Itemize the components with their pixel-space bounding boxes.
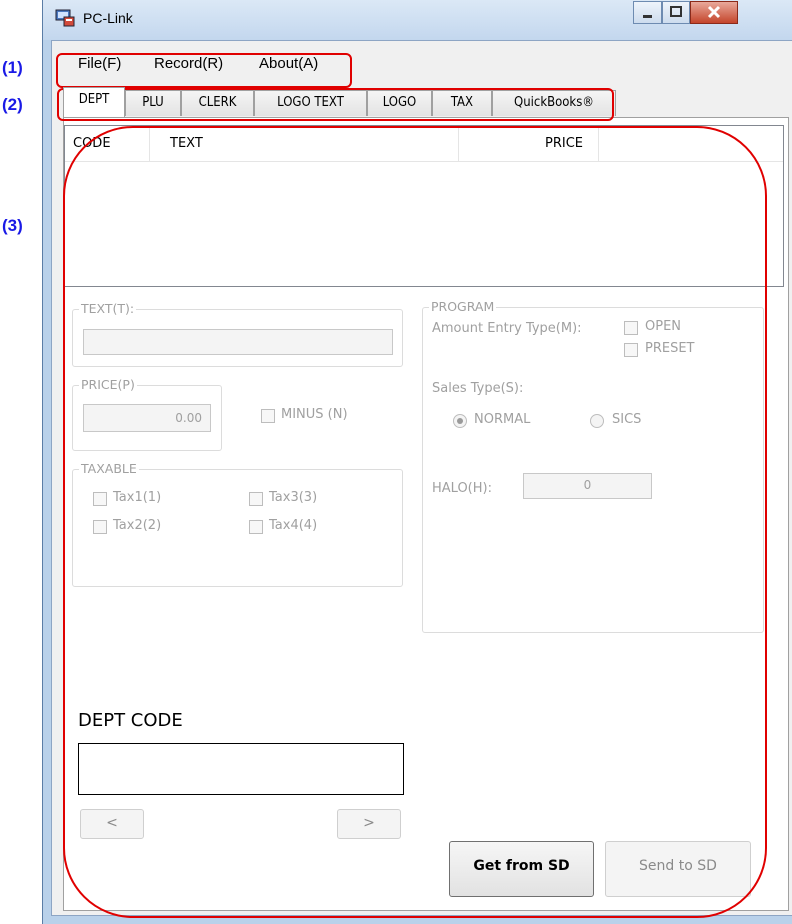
column-code[interactable]: CODE — [73, 136, 111, 151]
get-from-sd-button[interactable]: Get from SD — [449, 841, 594, 897]
app-window: PC-Link File(F) Record(R) About(A) DEPT … — [42, 0, 792, 924]
sics-radio[interactable] — [590, 414, 604, 428]
text-group: TEXT(T): — [72, 301, 403, 367]
sales-type-label: Sales Type(S): — [432, 381, 524, 396]
menu-file[interactable]: File(F) — [78, 55, 121, 72]
normal-label: NORMAL — [474, 412, 531, 427]
text-group-label: TEXT(T): — [79, 301, 137, 316]
title-bar: PC-Link — [43, 0, 792, 40]
dept-list[interactable]: CODE TEXT PRICE — [64, 125, 784, 287]
column-text[interactable]: TEXT — [170, 136, 203, 151]
column-separator — [598, 126, 599, 162]
maximize-button[interactable] — [662, 1, 690, 24]
column-separator — [149, 126, 150, 162]
dept-code-label: DEPT CODE — [78, 710, 183, 731]
minimize-icon — [643, 15, 652, 18]
callout-tabs: (2) — [2, 95, 23, 114]
open-checkbox[interactable] — [624, 321, 638, 335]
callout-menu: (1) — [2, 58, 23, 77]
dept-code-input[interactable] — [78, 743, 404, 795]
callout-content: (3) — [2, 216, 23, 235]
app-icon — [55, 9, 75, 27]
tab-quickbooks[interactable]: QuickBooks® — [492, 90, 616, 116]
close-button[interactable] — [690, 1, 738, 24]
tax2-label: Tax2(2) — [113, 518, 162, 533]
halo-field[interactable]: 0 — [523, 473, 652, 499]
client-area: File(F) Record(R) About(A) DEPT PLU CLER… — [51, 40, 792, 916]
program-group: PROGRAM — [422, 299, 764, 633]
tab-plu[interactable]: PLU — [125, 90, 181, 116]
list-header: CODE TEXT PRICE — [65, 126, 783, 162]
tab-logo[interactable]: LOGO — [367, 90, 432, 116]
sics-label: SICS — [612, 412, 642, 427]
tax1-checkbox[interactable] — [93, 492, 107, 506]
tax2-checkbox[interactable] — [93, 520, 107, 534]
text-field[interactable] — [83, 329, 393, 355]
close-icon — [707, 5, 721, 19]
menu-about[interactable]: About(A) — [259, 55, 318, 72]
minimize-button[interactable] — [633, 1, 662, 24]
window-title: PC-Link — [83, 10, 133, 26]
tax4-label: Tax4(4) — [269, 518, 318, 533]
menu-record[interactable]: Record(R) — [154, 55, 223, 72]
tab-logo-text[interactable]: LOGO TEXT — [254, 90, 367, 116]
price-group: PRICE(P) 0.00 — [72, 377, 222, 451]
tab-tax[interactable]: TAX — [432, 90, 492, 116]
tax1-label: Tax1(1) — [113, 490, 162, 505]
prev-button[interactable]: < — [80, 809, 144, 839]
price-field[interactable]: 0.00 — [83, 404, 211, 432]
minus-checkbox[interactable] — [261, 409, 275, 423]
maximize-icon — [670, 6, 682, 17]
normal-radio[interactable] — [453, 414, 467, 428]
preset-checkbox[interactable] — [624, 343, 638, 357]
next-button[interactable]: > — [337, 809, 401, 839]
tab-dept[interactable]: DEPT — [63, 87, 125, 117]
program-group-label: PROGRAM — [429, 299, 497, 314]
send-to-sd-button[interactable]: Send to SD — [605, 841, 751, 897]
column-separator — [458, 126, 459, 162]
tax3-checkbox[interactable] — [249, 492, 263, 506]
column-price[interactable]: PRICE — [545, 136, 583, 151]
amount-entry-label: Amount Entry Type(M): — [432, 321, 582, 336]
tax4-checkbox[interactable] — [249, 520, 263, 534]
preset-label: PRESET — [645, 341, 695, 356]
price-group-label: PRICE(P) — [79, 377, 137, 392]
open-label: OPEN — [645, 319, 682, 334]
taxable-group-label: TAXABLE — [79, 461, 139, 476]
tab-clerk[interactable]: CLERK — [181, 90, 254, 116]
halo-label: HALO(H): — [432, 481, 492, 496]
minus-label: MINUS (N) — [281, 407, 348, 422]
tax3-label: Tax3(3) — [269, 490, 318, 505]
